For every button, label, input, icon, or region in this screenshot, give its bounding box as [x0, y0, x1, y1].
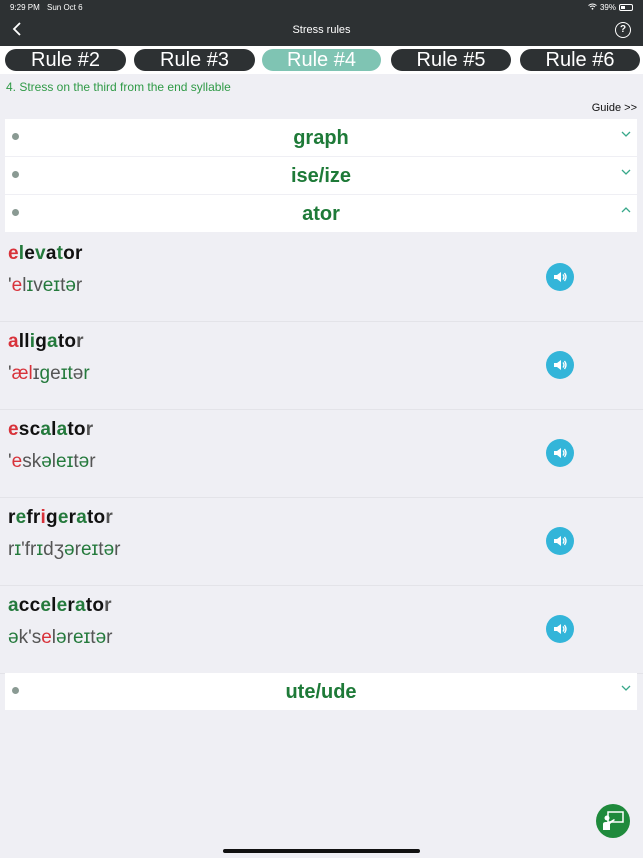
play-audio-button[interactable]: [546, 351, 574, 379]
word-row-alligator: alligator 'ælɪgeɪtər: [0, 322, 643, 410]
chevron-down-icon: [621, 166, 631, 178]
wifi-icon: [588, 3, 597, 12]
section-ator[interactable]: ator: [5, 195, 637, 232]
word-row-elevator: elevator 'elɪveɪtər: [0, 234, 643, 322]
help-button[interactable]: ?: [615, 22, 631, 38]
tab-rule-3[interactable]: Rule #3: [134, 49, 255, 71]
section-title: ator: [302, 203, 340, 225]
rule-description: 4. Stress on the third from the end syll…: [6, 80, 231, 94]
speaker-icon: [554, 448, 567, 458]
speaker-icon: [554, 272, 567, 282]
battery-icon: [619, 4, 633, 11]
word-row-escalator: escalator 'eskəleɪtər: [0, 410, 643, 498]
status-date: Sun Oct 6: [47, 3, 83, 12]
word-text: elevator: [8, 243, 83, 264]
word-ipa: rɪ'frɪdʒəreɪtər: [8, 539, 121, 560]
section-ise-ize[interactable]: ise/ize: [5, 157, 637, 194]
play-audio-button[interactable]: [546, 439, 574, 467]
battery-percent: 39%: [599, 3, 616, 12]
section-title: ute/ude: [285, 681, 357, 703]
speaker-icon: [554, 624, 567, 634]
section-title: graph: [293, 127, 349, 149]
tab-rule-2[interactable]: Rule #2: [5, 49, 126, 71]
chevron-down-icon: [621, 128, 631, 140]
navigation-bar: 9:29 PM Sun Oct 6 39% Stress rules ?: [0, 0, 643, 46]
speaker-icon: [554, 536, 567, 546]
word-text: accelerator: [8, 595, 112, 616]
status-time: 9:29 PM: [10, 3, 40, 12]
tab-rule-4[interactable]: Rule #4: [262, 49, 381, 71]
section-graph[interactable]: graph: [5, 119, 637, 156]
guide-link[interactable]: Guide >>: [592, 102, 637, 114]
word-ipa: 'eskəleɪtər: [8, 451, 96, 472]
word-row-refrigerator: refrigerator rɪ'frɪdʒəreɪtər: [0, 498, 643, 586]
section-title: ise/ize: [290, 165, 352, 187]
word-text: escalator: [8, 419, 94, 440]
word-text: alligator: [8, 331, 84, 352]
teacher-fab-button[interactable]: [596, 804, 630, 838]
speaker-icon: [554, 360, 567, 370]
word-ipa: 'elɪveɪtər: [8, 275, 83, 296]
teacher-icon: [603, 811, 624, 830]
play-audio-button[interactable]: [546, 615, 574, 643]
section-ute-ude[interactable]: ute/ude: [5, 673, 637, 710]
word-ipa: 'ælɪgeɪtər: [8, 363, 90, 384]
status-indicators: 39%: [588, 3, 633, 12]
chevron-down-icon: [621, 682, 631, 694]
word-ipa: ək'seləreɪtər: [8, 627, 113, 648]
rule-tabs: Rule #2 Rule #3 Rule #4 Rule #5 Rule #6: [0, 46, 643, 74]
play-audio-button[interactable]: [546, 527, 574, 555]
home-indicator: [223, 849, 420, 853]
tab-rule-6[interactable]: Rule #6: [520, 49, 640, 71]
chevron-up-icon: [621, 204, 631, 216]
tab-rule-5[interactable]: Rule #5: [391, 49, 511, 71]
word-text: refrigerator: [8, 507, 113, 528]
word-row-accelerator: accelerator ək'seləreɪtər: [0, 586, 643, 674]
page-title: Stress rules: [292, 24, 351, 36]
play-audio-button[interactable]: [546, 263, 574, 291]
